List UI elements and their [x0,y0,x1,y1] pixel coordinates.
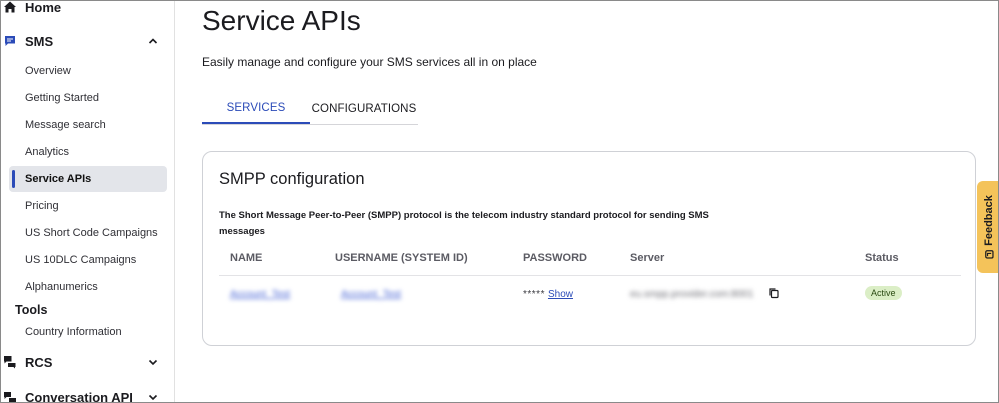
sidebar-item-country-information[interactable]: Country Information [9,319,167,345]
sidebar-item-pricing[interactable]: Pricing [9,193,167,219]
chat-bubble-icon [3,34,17,48]
column-header-password: PASSWORD [523,252,587,264]
account-name-link[interactable]: Account_Test [230,289,290,300]
password-cell: ***** Show [523,289,573,300]
username-link[interactable]: Account_Test [341,289,401,300]
table-header: NAME USERNAME (SYSTEM ID) PASSWORD Serve… [219,248,961,276]
page-title: Service APIs [202,5,361,36]
tools-heading: Tools [15,303,48,317]
page-subtitle: Easily manage and configure your SMS ser… [202,55,537,69]
card-title: SMPP configuration [219,170,365,188]
column-header-username: USERNAME (SYSTEM ID) [335,252,468,264]
sidebar-item-message-search[interactable]: Message search [9,112,167,138]
sidebar: Home SMS Overview Getting Started Messag… [1,0,175,403]
sidebar-item-service-apis[interactable]: Service APIs [9,166,167,192]
nav-conversation-api[interactable]: Conversation API [1,383,175,403]
tab-services[interactable]: SERVICES [202,93,310,124]
nav-conversation-api-label: Conversation API [25,389,133,403]
tab-bar: SERVICES CONFIGURATIONS [202,93,418,125]
nav-rcs-label: RCS [25,354,53,370]
status-badge: Active [865,286,902,300]
nav-home[interactable]: Home [1,0,175,21]
sidebar-item-overview[interactable]: Overview [9,58,167,84]
app-frame: Home SMS Overview Getting Started Messag… [0,0,999,403]
copy-icon[interactable] [768,287,780,299]
tab-configurations[interactable]: CONFIGURATIONS [310,93,418,124]
chevron-down-icon[interactable] [147,391,159,403]
main-content: Service APIs Easily manage and configure… [176,1,998,402]
feedback-label: Feedback [982,195,995,246]
feedback-button[interactable]: Feedback [977,181,998,273]
sidebar-item-getting-started[interactable]: Getting Started [9,85,167,111]
nav-sms[interactable]: SMS [1,27,175,55]
conversation-icon [3,390,17,402]
column-header-status: Status [865,252,899,264]
card-description: The Short Message Peer-to-Peer (SMPP) pr… [219,210,709,237]
nav-sms-label: SMS [25,33,54,49]
nav-home-label: Home [25,0,62,15]
home-icon [3,1,17,14]
sidebar-item-us-10dlc-campaigns[interactable]: US 10DLC Campaigns [9,247,167,273]
sidebar-item-alphanumerics[interactable]: Alphanumerics [9,274,167,300]
column-header-server: Server [630,252,665,264]
table-row: Account_Test Account_Test ***** Show eu.s… [219,280,961,312]
server-value: eu.smpp.provider.com:8001 [630,289,754,300]
column-header-name: NAME [230,252,263,264]
feedback-icon [984,250,993,259]
chevron-down-icon[interactable] [147,356,159,368]
smpp-config-card: SMPP configuration The Short Message Pee… [202,151,976,346]
sidebar-item-us-short-code-campaigns[interactable]: US Short Code Campaigns [9,220,167,246]
password-mask: ***** [523,289,545,300]
sidebar-item-analytics[interactable]: Analytics [9,139,167,165]
show-password-link[interactable]: Show [548,289,573,300]
nav-rcs[interactable]: RCS [1,348,175,376]
chat-bubbles-icon [3,355,17,369]
chevron-up-icon[interactable] [147,35,159,47]
